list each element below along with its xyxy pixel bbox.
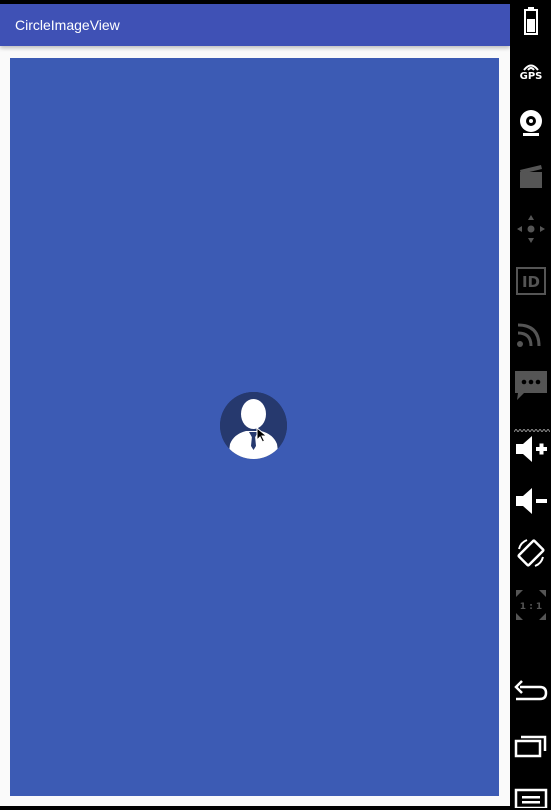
device-id-icon[interactable]: ID bbox=[514, 264, 548, 298]
sidebar-divider bbox=[513, 419, 551, 433]
person-icon bbox=[220, 392, 287, 459]
device-screen: CircleImageView bbox=[0, 4, 510, 806]
menu-icon[interactable] bbox=[514, 782, 548, 808]
circle-avatar-image[interactable] bbox=[220, 392, 287, 459]
recent-apps-icon[interactable] bbox=[514, 729, 548, 763]
content-area bbox=[10, 58, 499, 796]
gps-label: GPS bbox=[519, 70, 543, 82]
webcam-icon[interactable] bbox=[514, 106, 548, 140]
app-toolbar: CircleImageView bbox=[0, 4, 510, 46]
back-icon[interactable] bbox=[514, 676, 548, 710]
volume-down-icon[interactable] bbox=[514, 484, 548, 518]
network-icon[interactable] bbox=[514, 316, 548, 350]
sms-icon[interactable] bbox=[514, 368, 548, 402]
volume-up-icon[interactable] bbox=[514, 432, 548, 466]
rotate-icon[interactable] bbox=[514, 536, 548, 570]
app-title: CircleImageView bbox=[15, 17, 120, 33]
media-icon[interactable] bbox=[514, 159, 548, 193]
scale-label: 1 : 1 bbox=[520, 602, 542, 612]
mouse-cursor-icon bbox=[256, 427, 268, 443]
dpad-icon[interactable] bbox=[514, 212, 548, 246]
gps-button[interactable]: GPS bbox=[514, 54, 548, 88]
gps-icon bbox=[523, 64, 539, 71]
emulator-sidebar: GPS ID 1 : 1 bbox=[510, 0, 551, 810]
device-id-label: ID bbox=[522, 273, 540, 291]
battery-icon[interactable] bbox=[514, 4, 548, 38]
scale-icon[interactable]: 1 : 1 bbox=[514, 588, 548, 622]
